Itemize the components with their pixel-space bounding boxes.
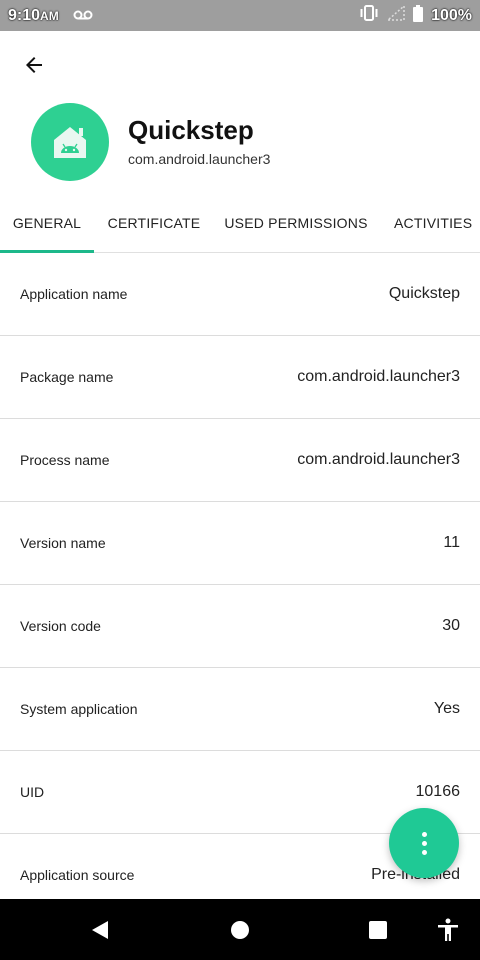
detail-value: com.android.launcher3 <box>297 368 460 385</box>
recents-icon <box>369 920 387 939</box>
accessibility-icon <box>438 918 458 941</box>
battery-percentage: 100% <box>431 6 472 24</box>
detail-label: Application source <box>20 867 135 883</box>
detail-row-process-name[interactable]: Process name com.android.launcher3 <box>0 419 480 502</box>
detail-label: Package name <box>20 369 114 385</box>
detail-row-application-name[interactable]: Application name Quickstep <box>0 253 480 336</box>
detail-value: Quickstep <box>388 285 460 302</box>
tab-bar: GENERAL CERTIFICATE USED PERMISSIONS ACT… <box>0 193 480 253</box>
detail-label: UID <box>20 784 45 800</box>
detail-row-package-name[interactable]: Package name com.android.launcher3 <box>0 336 480 419</box>
detail-row-system-application[interactable]: System application Yes <box>0 668 480 751</box>
back-icon <box>92 920 108 939</box>
detail-value: 10166 <box>415 783 461 800</box>
status-bar: 9:10AM 100% <box>0 0 480 31</box>
detail-label: Process name <box>20 452 110 468</box>
home-icon <box>231 920 249 939</box>
details-list[interactable]: Application name Quickstep Package name … <box>0 253 480 899</box>
vibrate-icon <box>359 5 379 26</box>
detail-value: com.android.launcher3 <box>297 451 460 468</box>
status-time: 9:10AM <box>8 6 59 24</box>
tab-certificate[interactable]: CERTIFICATE <box>100 193 208 253</box>
more-vert-icon <box>421 831 427 855</box>
android-home-icon <box>54 127 86 158</box>
detail-value: 11 <box>443 534 460 551</box>
detail-row-version-code[interactable]: Version code 30 <box>0 585 480 668</box>
voicemail-icon <box>73 7 93 25</box>
nav-accessibility-button[interactable] <box>418 899 478 960</box>
detail-label: Version code <box>20 618 101 634</box>
detail-label: System application <box>20 701 138 717</box>
app-package-name: com.android.launcher3 <box>128 151 271 167</box>
navigation-bar <box>0 899 480 960</box>
detail-row-version-name[interactable]: Version name 11 <box>0 502 480 585</box>
nav-home-button[interactable] <box>210 899 270 960</box>
detail-value: 30 <box>442 617 460 634</box>
battery-icon <box>413 4 424 27</box>
app-header: Quickstep com.android.launcher3 <box>0 101 480 191</box>
detail-value: Yes <box>433 700 460 717</box>
app-icon <box>31 103 109 181</box>
detail-label: Version name <box>20 535 106 551</box>
more-options-button[interactable] <box>389 808 459 878</box>
app-bar <box>0 31 480 101</box>
app-title: Quickstep <box>128 115 254 145</box>
tab-used-permissions[interactable]: USED PERMISSIONS <box>218 193 374 253</box>
nav-back-button[interactable] <box>70 899 130 960</box>
arrow-back-icon <box>26 57 42 73</box>
tab-activities[interactable]: ACTIVITIES <box>386 193 480 253</box>
detail-label: Application name <box>20 286 128 302</box>
nav-recents-button[interactable] <box>348 899 408 960</box>
signal-icon <box>386 4 405 26</box>
tab-general[interactable]: GENERAL <box>0 193 94 253</box>
back-button[interactable] <box>14 45 54 85</box>
